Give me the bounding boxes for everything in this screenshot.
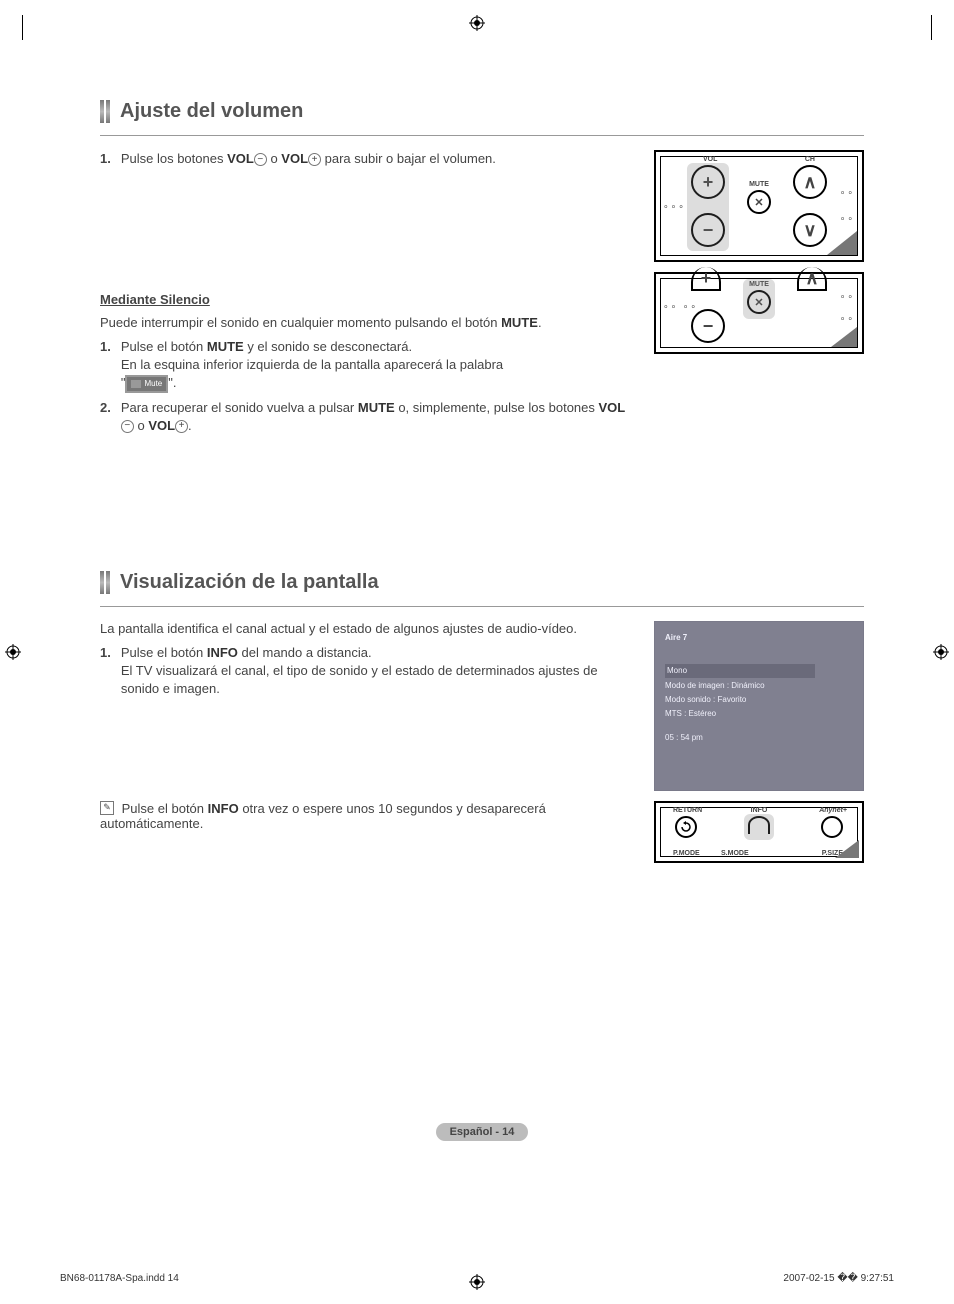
list-item: 1. Pulse el botón INFO del mando a dista… [100,644,634,699]
remote-diagram-mute: + − ∧ MUTE ✕ ∘∘ ∘∘ ∘∘ ∘∘ [654,272,864,354]
list-item: 2. Para recuperar el sonido vuelva a pul… [100,399,634,435]
osd-audio-mode: Mono [665,664,815,678]
plus-icon: + [308,153,321,166]
ch-up-button: ∧ [797,267,827,291]
return-button [675,816,697,838]
pencil-icon [817,321,857,347]
rule [100,135,864,136]
note-text: ✎ Pulse el botón INFO otra vez o espere … [100,801,634,831]
mute-osd-badge: Mute [125,375,168,392]
list-item: 1. Pulse los botones VOL− o VOL+ para su… [100,150,634,168]
plus-icon: + [175,420,188,433]
pencil-icon [825,836,859,858]
footer-date: 2007-02-15 �� 9:27:51 [783,1273,894,1284]
osd-row: Modo sonido : Favorito [665,694,853,706]
section-title: Visualización de la pantalla [100,571,864,594]
footer-file: BN68-01178A-Spa.indd 14 [60,1273,179,1284]
note-icon: ✎ [100,801,114,815]
page-number-badge: Español - 14 [436,1123,529,1141]
section-heading: Visualización de la pantalla [120,571,379,594]
anynet-button [821,816,843,838]
pencil-icon [817,225,857,255]
minus-icon: − [121,420,134,433]
remote-diagram-info: RETURN INFO Anynet+ P.MODE S.MODE P.SIZE [654,801,864,863]
rule [100,606,864,607]
mute-button: ✕ [747,190,771,214]
registration-mark-icon [469,1274,485,1290]
list-item: 1. Pulse el botón MUTE y el sonido se de… [100,338,634,393]
osd-row: Modo de imagen : Dinámico [665,680,853,692]
osd-channel: Aire 7 [665,632,853,644]
ch-up-button: ∧ [793,165,827,199]
osd-info-box: Aire 7 Mono Modo de imagen : Dinámico Mo… [654,621,864,791]
vol-up-button: + [691,267,721,291]
section-heading: Ajuste del volumen [120,100,303,123]
intro-text: La pantalla identifica el canal actual y… [100,621,634,636]
remote-diagram-vol: VOL CH + − ∧ ∨ MUTE ✕ ∘∘∘ ∘∘ ∘∘ [654,150,864,262]
minus-icon: − [254,153,267,166]
osd-time: 05 : 54 pm [665,732,853,744]
section-title: Ajuste del volumen [100,100,864,123]
vol-down-button: − [691,309,725,343]
sub-heading: Mediante Silencio [100,292,634,307]
osd-row: MTS : Estéreo [665,708,853,720]
